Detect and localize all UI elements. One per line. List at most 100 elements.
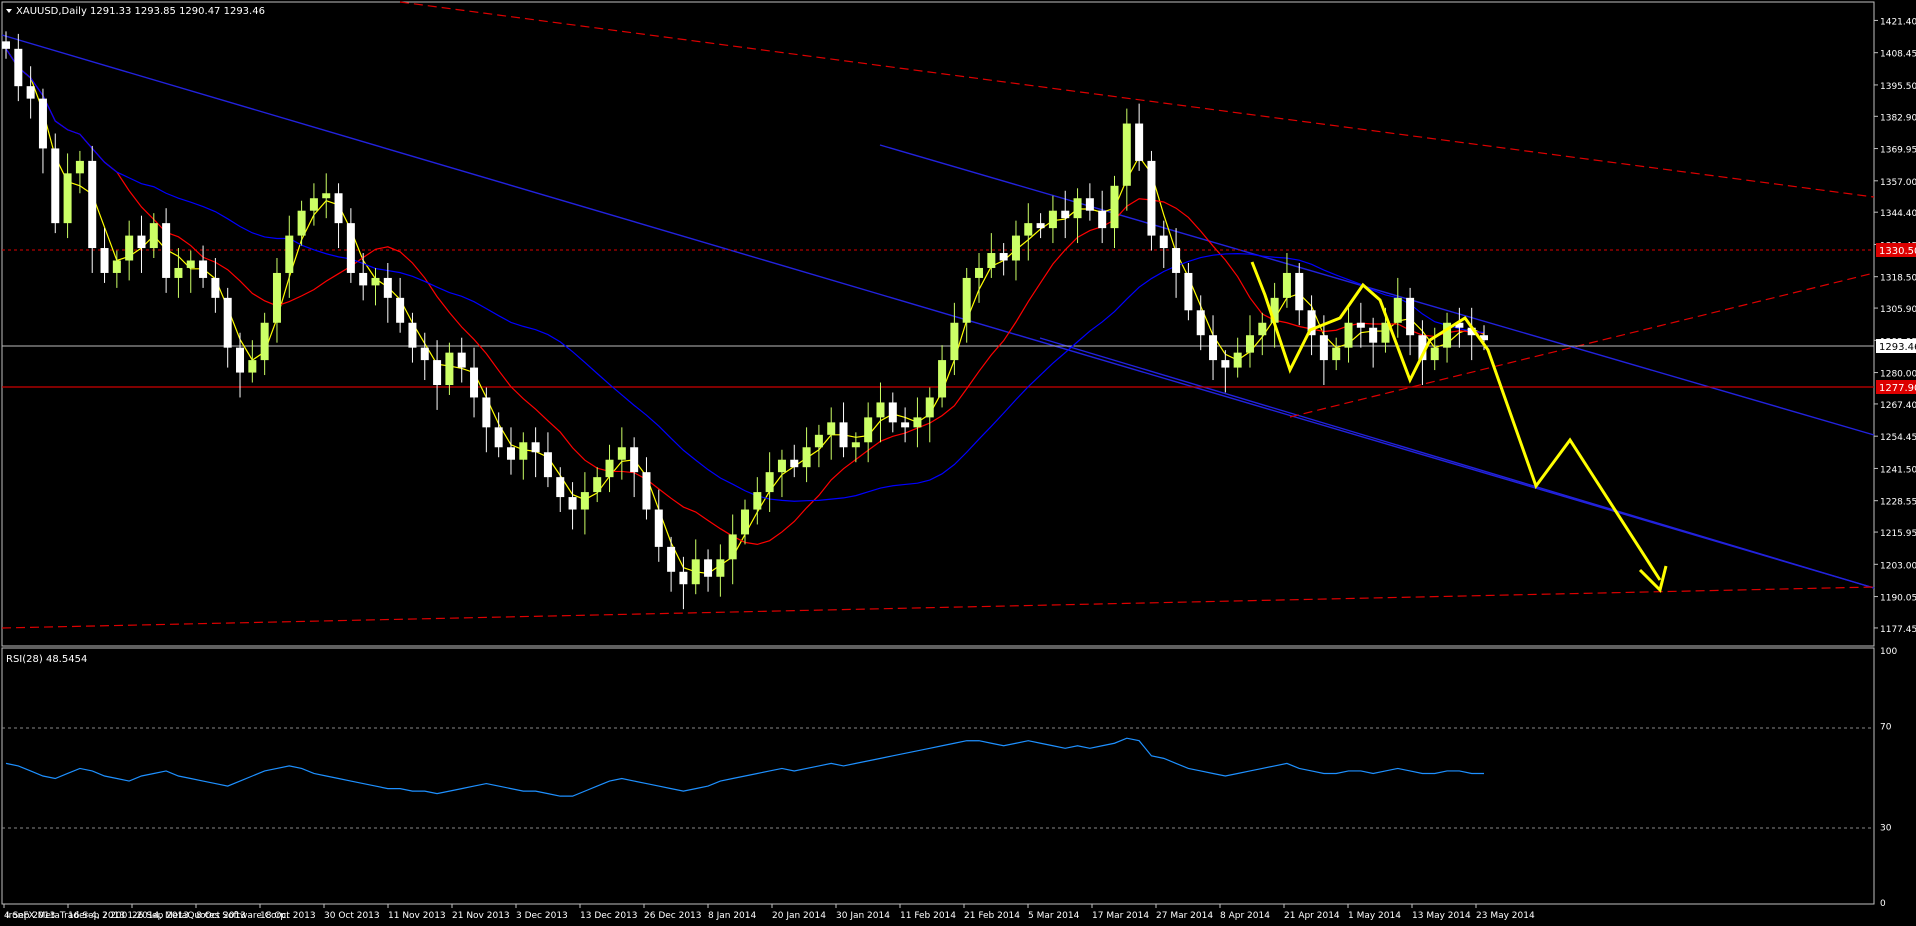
time-tick-label: 21 Feb 2014 (964, 911, 1020, 921)
candle-body (1369, 327, 1378, 343)
price-tick-label: 1241.50 (1880, 465, 1916, 475)
candle-body (1430, 347, 1439, 361)
candle-body (790, 459, 799, 468)
price-panel-border (1, 1, 1875, 647)
candle-body (223, 297, 232, 348)
candle-body (420, 347, 429, 361)
time-tick-label: 21 Nov 2013 (452, 911, 510, 921)
candle-body (248, 360, 257, 373)
candle-body (1135, 123, 1144, 161)
candle-body (1221, 360, 1230, 368)
time-tick-label: 8 Jan 2014 (708, 911, 756, 921)
time-tick-label: 17 Mar 2014 (1092, 911, 1149, 921)
rsi-tick-label: 70 (1880, 723, 1892, 733)
candle-body (1024, 223, 1033, 236)
candle-body (38, 98, 47, 149)
candle-body (630, 447, 639, 473)
price-tick-label: 1228.55 (1880, 498, 1916, 508)
candle-body (1048, 210, 1057, 229)
candle-body (1085, 198, 1094, 211)
rsi-header-label: RSI(28) 48.5454 (6, 654, 87, 665)
candle-body (1110, 185, 1119, 229)
price-tick-label: 1357.00 (1880, 178, 1916, 188)
candle-body (950, 322, 959, 361)
candle-body (359, 272, 368, 286)
time-tick-label: 8 Apr 2014 (1220, 911, 1270, 921)
candle-body (987, 253, 996, 268)
candle-body (1393, 297, 1402, 323)
price-tick-label: 1254.45 (1880, 433, 1916, 443)
candle-body (482, 397, 491, 428)
candle-body (765, 472, 774, 493)
candle-body (691, 559, 700, 585)
candle-body (371, 277, 380, 286)
ohlc-label: 1291.33 1293.85 1290.47 1293.46 (90, 6, 265, 17)
candle-body (654, 509, 663, 547)
candle-body (272, 272, 281, 323)
time-tick-label: 26 Dec 2013 (644, 911, 702, 921)
candle-body (1245, 335, 1254, 353)
candle-body (728, 534, 737, 560)
candle-body (568, 497, 577, 510)
resistance-marker: 1330.50 (1879, 246, 1916, 257)
candle-body (1282, 272, 1291, 298)
candle-body (704, 559, 713, 577)
candle-body (999, 253, 1008, 261)
time-tick-label: 23 May 2014 (1476, 911, 1535, 921)
time-tick-label: 8 Oct 2013 (196, 911, 246, 921)
candle-body (1011, 235, 1020, 261)
price-tick-label: 1215.95 (1880, 529, 1916, 539)
time-tick-label: 5 Mar 2014 (1028, 911, 1080, 921)
candle-body (51, 148, 60, 224)
candle-body (716, 559, 725, 577)
candle-body (531, 442, 540, 453)
time-tick-label: 20 Jan 2014 (772, 911, 826, 921)
chart-canvas: XAUUSD,Daily 1291.33 1293.85 1290.47 129… (1, 1, 1916, 921)
candle-body (322, 193, 331, 199)
time-tick-label: 11 Nov 2013 (388, 911, 446, 921)
candle-body (864, 417, 873, 443)
candle-body (433, 360, 442, 386)
candle-body (925, 397, 934, 418)
candle-body (975, 267, 984, 278)
candle-body (408, 322, 417, 348)
time-tick-label: 27 Mar 2014 (1156, 911, 1213, 921)
candle-body (802, 447, 811, 468)
candle-body (2, 41, 10, 49)
price-tick-label: 1408.45 (1880, 50, 1916, 60)
candle-body (851, 442, 860, 448)
price-tick-label: 1190.05 (1880, 594, 1916, 604)
candle-body (26, 86, 35, 99)
candle-body (962, 277, 971, 323)
candle-body (211, 277, 220, 298)
candle-body (1209, 335, 1218, 361)
candle-body (1036, 223, 1045, 229)
time-tick-label: 21 Apr 2014 (1284, 911, 1340, 921)
candle-body (1184, 272, 1193, 311)
candle-body (383, 277, 392, 298)
candle-body (1147, 160, 1156, 236)
time-tick-label: 16 Sep 2013 (68, 911, 125, 921)
candle-body (1159, 235, 1168, 249)
candle-body (1172, 248, 1181, 273)
candle-body (14, 48, 23, 87)
rsi-tick-label: 100 (1880, 647, 1897, 657)
candle-body (1233, 352, 1242, 368)
candle-body (839, 422, 848, 448)
candle-body (63, 173, 72, 224)
current-price-marker: 1293.46 (1879, 342, 1916, 353)
candle-body (1061, 210, 1070, 219)
time-tick-label: 4 Sep 2013 (4, 911, 55, 921)
price-axis: 1421.40 1408.45 1395.50 1382.90 1369.95 1357.… (1874, 17, 1916, 635)
candle-body (396, 297, 405, 323)
time-tick-label: 11 Feb 2014 (900, 911, 956, 921)
candle-body (1098, 210, 1107, 229)
time-tick-label: 30 Oct 2013 (324, 911, 380, 921)
price-tick-label: 1344.40 (1880, 209, 1916, 219)
candle-body (1122, 123, 1131, 186)
time-tick-label: 13 May 2014 (1412, 911, 1471, 921)
candle-body (174, 267, 183, 278)
time-tick-label: 1 May 2014 (1348, 911, 1401, 921)
candle-body (901, 422, 910, 428)
price-tick-label: 1267.40 (1880, 401, 1916, 411)
